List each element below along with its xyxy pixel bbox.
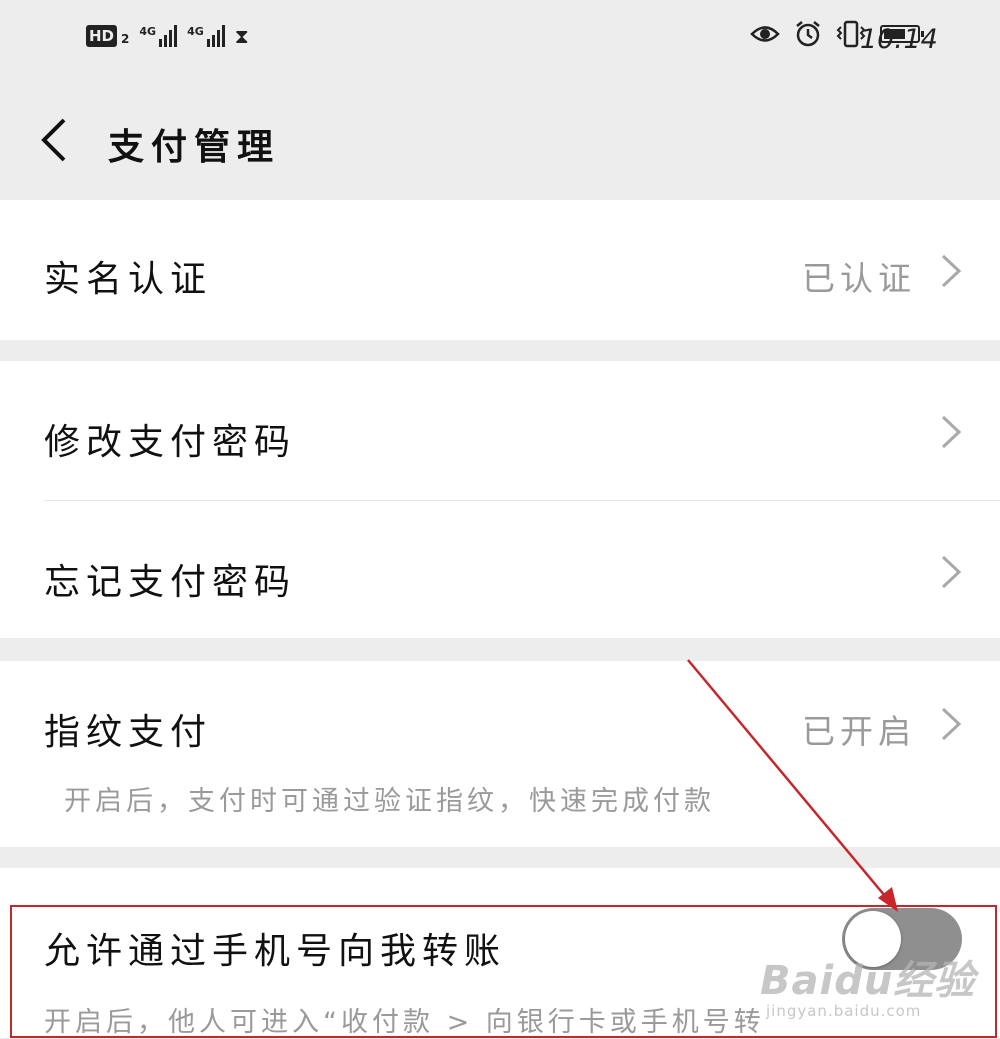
- row-forgot-password[interactable]: 忘记支付密码: [0, 501, 1000, 638]
- section-password: 修改支付密码 忘记支付密码: [0, 361, 1000, 638]
- section-real-name: 实名认证 已认证: [0, 200, 1000, 340]
- row-fingerprint-pay[interactable]: 指纹支付 已开启: [0, 661, 1000, 781]
- row-description: 开启后，支付时可通过验证指纹，快速完成付款: [64, 786, 715, 817]
- row-label: 忘记支付密码: [44, 562, 297, 603]
- row-label: 允许通过手机号向我转账: [44, 931, 507, 972]
- chevron-right-icon: [941, 254, 962, 288]
- row-value: 已认证: [802, 259, 916, 298]
- hd-badge: HD: [86, 25, 118, 47]
- chevron-right-icon: [941, 555, 962, 589]
- alarm-icon: [796, 21, 820, 47]
- row-label: 指纹支付: [44, 712, 213, 753]
- status-left-group: HD 2 4G 4G ⧗: [86, 24, 249, 48]
- back-arrow-icon[interactable]: [36, 116, 76, 164]
- signal-icon-2: 4G: [187, 25, 225, 47]
- row-description: 开启后，他人可进入“收付款 > 向银行卡或手机号转: [44, 1007, 765, 1038]
- nav-header: 支付管理: [0, 80, 1000, 198]
- row-change-password[interactable]: 修改支付密码: [0, 361, 1000, 500]
- row-label: 实名认证: [44, 259, 213, 300]
- page-title: 支付管理: [108, 127, 281, 168]
- signal-icon: 4G: [139, 25, 178, 47]
- status-time: 10:14: [860, 24, 938, 55]
- row-real-name-auth[interactable]: 实名认证 已认证: [0, 200, 1000, 340]
- network-type-1: 4G: [139, 25, 157, 38]
- chevron-right-icon: [941, 415, 962, 449]
- section-fingerprint: 指纹支付 已开启 开启后，支付时可通过验证指纹，快速完成付款: [0, 661, 1000, 847]
- eye-icon: [750, 26, 780, 42]
- chevron-right-icon: [941, 707, 962, 741]
- sim-number: 2: [121, 32, 130, 46]
- hourglass-icon: ⧗: [234, 24, 249, 48]
- toggle-knob: [845, 911, 901, 967]
- status-bar: HD 2 4G 4G ⧗ 10:14: [0, 0, 1000, 80]
- network-type-2: 4G: [187, 25, 204, 38]
- phone-transfer-toggle[interactable]: [842, 908, 962, 970]
- row-value: 已开启: [802, 712, 916, 751]
- row-label: 修改支付密码: [44, 422, 297, 463]
